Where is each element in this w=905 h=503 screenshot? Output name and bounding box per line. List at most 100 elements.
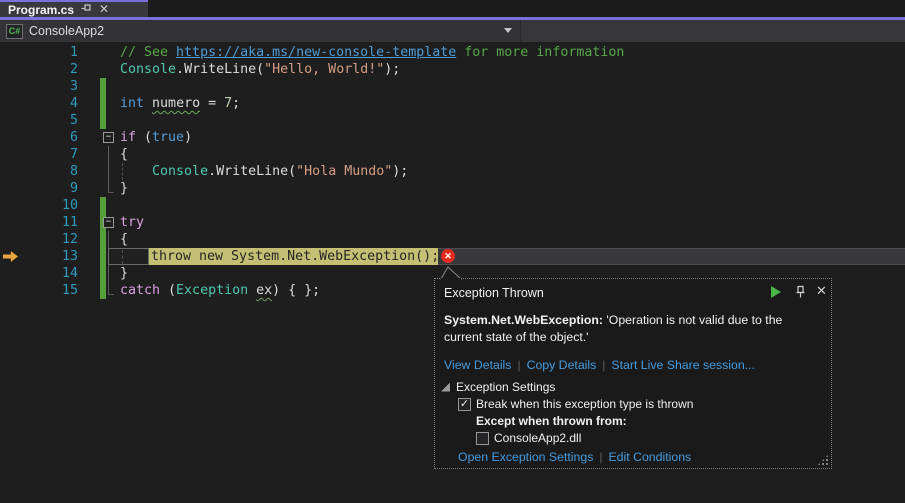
break-checkbox-label[interactable]: Break when this exception type is thrown [476, 397, 693, 411]
code-token: ( [160, 283, 176, 298]
code-token: { [120, 232, 128, 247]
current-statement-arrow-icon [3, 251, 18, 262]
code-token: } [120, 266, 128, 281]
line-number: 6 [22, 129, 78, 146]
link-edit-conditions[interactable]: Edit Conditions [608, 450, 691, 464]
tab-bar: Program.cs ✕ [0, 0, 905, 17]
exception-type: System.Net.WebException: [444, 313, 603, 327]
exception-line-lead-box [108, 248, 149, 265]
resize-grip[interactable] [817, 454, 829, 466]
code-line[interactable]: 3 [0, 78, 905, 95]
code-text: { [120, 146, 128, 163]
csharp-project-icon: C# [6, 24, 23, 39]
current-line-strip [438, 248, 905, 265]
link-view-details[interactable]: View Details [444, 358, 511, 372]
code-line[interactable]: 10 [0, 197, 905, 214]
close-icon[interactable]: ✕ [816, 283, 827, 299]
line-number: 15 [22, 282, 78, 299]
code-line[interactable]: 12 { [0, 231, 905, 248]
code-line[interactable]: 8 Console.WriteLine("Hola Mundo"); [0, 163, 905, 180]
code-text: } [120, 180, 128, 197]
code-text: Console.WriteLine("Hello, World!"); [120, 61, 400, 78]
code-token: numero [152, 96, 200, 111]
exception-error-icon[interactable]: ✕ [441, 249, 455, 263]
line-number: 10 [22, 197, 78, 214]
popup-title: Exception Thrown [444, 286, 544, 300]
close-icon[interactable]: ✕ [99, 4, 109, 15]
code-token: ) [184, 130, 192, 145]
tab-program-cs[interactable]: Program.cs ✕ [0, 0, 148, 17]
exception-settings-label: Exception Settings [456, 380, 555, 394]
fold-toggle-icon[interactable]: − [103, 217, 114, 228]
break-checkbox[interactable]: ✓ [458, 398, 471, 411]
code-token: . [208, 164, 216, 179]
link-start-live-share-session[interactable]: Start Live Share session... [611, 358, 755, 372]
expander-icon[interactable] [441, 383, 450, 392]
project-dropdown[interactable]: C# ConsoleApp2 [0, 20, 521, 42]
continue-play-icon[interactable] [771, 286, 781, 298]
line-number: 14 [22, 265, 78, 282]
exception-thrown-popup: Exception Thrown ✕ System.Net.WebExcepti… [434, 278, 832, 469]
code-token: catch [120, 283, 160, 298]
code-token: 7 [224, 96, 232, 111]
vs-editor-window: Program.cs ✕ C# ConsoleApp2 1// See http… [0, 0, 905, 503]
module-checkbox-label[interactable]: ConsoleApp2.dll [494, 431, 581, 445]
code-token: WriteLine [216, 164, 288, 179]
code-token: ( [256, 62, 264, 77]
code-line[interactable]: 2 Console.WriteLine("Hello, World!"); [0, 61, 905, 78]
change-indicator [100, 231, 106, 248]
code-token: if [120, 130, 136, 145]
code-token: true [152, 130, 184, 145]
pin-icon[interactable] [794, 285, 807, 302]
exception-settings-header[interactable]: Exception Settings [441, 380, 555, 394]
code-line[interactable]: 5 [0, 112, 905, 129]
code-token: // See [120, 45, 176, 60]
code-line[interactable]: 1// See https://aka.ms/new-console-templ… [0, 44, 905, 61]
comment-link[interactable]: https://aka.ms/new-console-template [176, 45, 456, 60]
line-number: 2 [22, 61, 78, 78]
code-token: int [120, 96, 144, 111]
indent-guide [122, 250, 123, 264]
code-text: { [120, 231, 128, 248]
link-copy-details[interactable]: Copy Details [527, 358, 597, 372]
line-number: 12 [22, 231, 78, 248]
code-token: ); [384, 62, 400, 77]
code-token: { [120, 147, 128, 162]
code-token: ; [232, 96, 240, 111]
chevron-down-icon[interactable] [504, 28, 512, 33]
line-number: 11 [22, 214, 78, 231]
pin-icon[interactable] [81, 3, 92, 17]
code-token: "Hola Mundo" [296, 164, 392, 179]
line-number: 5 [22, 112, 78, 129]
code-text: int numero = 7; [120, 95, 240, 112]
fold-guide [108, 265, 109, 282]
code-token [248, 283, 256, 298]
code-token: ); [392, 164, 408, 179]
code-line[interactable]: 7{ [0, 146, 905, 163]
except-when-thrown-label: Except when thrown from: [476, 414, 627, 428]
code-line[interactable]: 13throw new System.Net.WebException();✕ [0, 248, 905, 265]
fold-guide-corner [108, 180, 114, 193]
fold-guide [108, 146, 109, 163]
code-line[interactable]: −11try [0, 214, 905, 231]
fold-toggle-icon[interactable]: − [103, 132, 114, 143]
line-number: 3 [22, 78, 78, 95]
code-text: if (true) [120, 129, 192, 146]
change-indicator [100, 197, 106, 214]
link-separator: | [593, 450, 608, 464]
link-open-exception-settings[interactable]: Open Exception Settings [458, 450, 593, 464]
code-token: ( [288, 164, 296, 179]
code-line[interactable]: − 6 if (true) [0, 129, 905, 146]
link-separator: | [596, 358, 611, 372]
link-separator: | [511, 358, 526, 372]
module-checkbox[interactable] [476, 432, 489, 445]
code-text: // See https://aka.ms/new-console-templa… [120, 44, 624, 61]
change-indicator [100, 78, 106, 95]
code-line[interactable]: 4 int numero = 7; [0, 95, 905, 112]
exception-highlighted-statement[interactable]: throw new System.Net.WebException(); [149, 248, 442, 265]
code-token [120, 164, 152, 179]
line-number: 4 [22, 95, 78, 112]
code-token: Exception [176, 283, 248, 298]
code-line[interactable]: 9} [0, 180, 905, 197]
code-text: } [120, 265, 128, 282]
